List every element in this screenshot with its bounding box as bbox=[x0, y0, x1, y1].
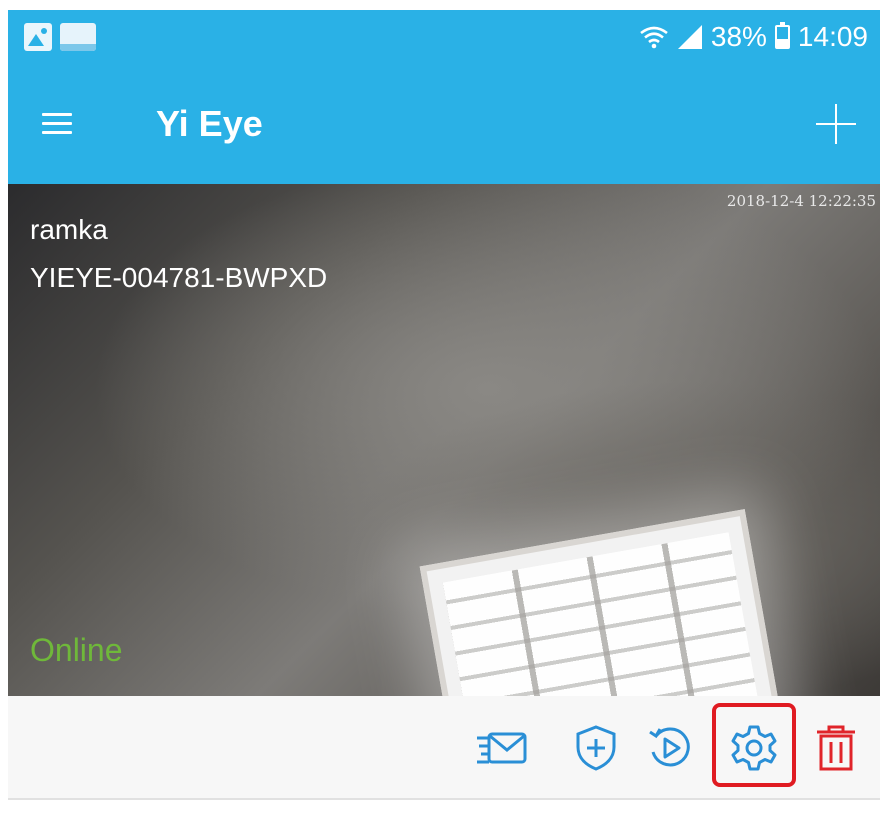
battery-percent: 38% bbox=[710, 21, 767, 52]
status-badge: Online bbox=[30, 632, 123, 668]
orange-icon bbox=[60, 23, 96, 51]
page-title: Yi Eye bbox=[156, 103, 263, 144]
status-bar: 38% 14:09 bbox=[8, 10, 880, 64]
feed-timestamp: 2018-12-4 12:22:35 bbox=[726, 192, 876, 210]
playback-button[interactable] bbox=[642, 720, 698, 776]
security-button[interactable] bbox=[568, 720, 624, 776]
system-indicators: 38% 14:09 bbox=[639, 21, 868, 53]
battery-fill bbox=[776, 39, 788, 47]
plus-icon[interactable] bbox=[816, 104, 856, 144]
shield-plus-icon bbox=[576, 725, 616, 771]
hamburger-menu-icon[interactable] bbox=[42, 113, 72, 135]
messages-button[interactable] bbox=[474, 720, 530, 776]
delete-button[interactable] bbox=[808, 720, 864, 776]
wifi-icon bbox=[640, 26, 668, 49]
playback-icon bbox=[649, 727, 690, 767]
signal-icon bbox=[677, 25, 702, 49]
camera-device-id: YIEYE-004781-BWPXD bbox=[30, 262, 328, 293]
app-screen: 38% 14:09 Yi Eye 2018-12-4 12:22:35 ramk… bbox=[0, 0, 880, 821]
gallery-icon bbox=[24, 23, 52, 51]
camera-feed[interactable]: 2018-12-4 12:22:35 ramka YIEYE-004781-BW… bbox=[8, 184, 880, 696]
clock: 14:09 bbox=[797, 21, 868, 52]
app-bar: Yi Eye bbox=[8, 64, 880, 184]
battery-icon bbox=[774, 22, 790, 49]
trash-icon bbox=[817, 725, 855, 771]
message-icon bbox=[477, 732, 527, 764]
ceiling-light bbox=[419, 509, 787, 696]
settings-highlight-box bbox=[712, 703, 796, 787]
camera-actions bbox=[8, 696, 880, 800]
notification-area bbox=[24, 23, 96, 51]
camera-name: ramka bbox=[30, 214, 108, 245]
